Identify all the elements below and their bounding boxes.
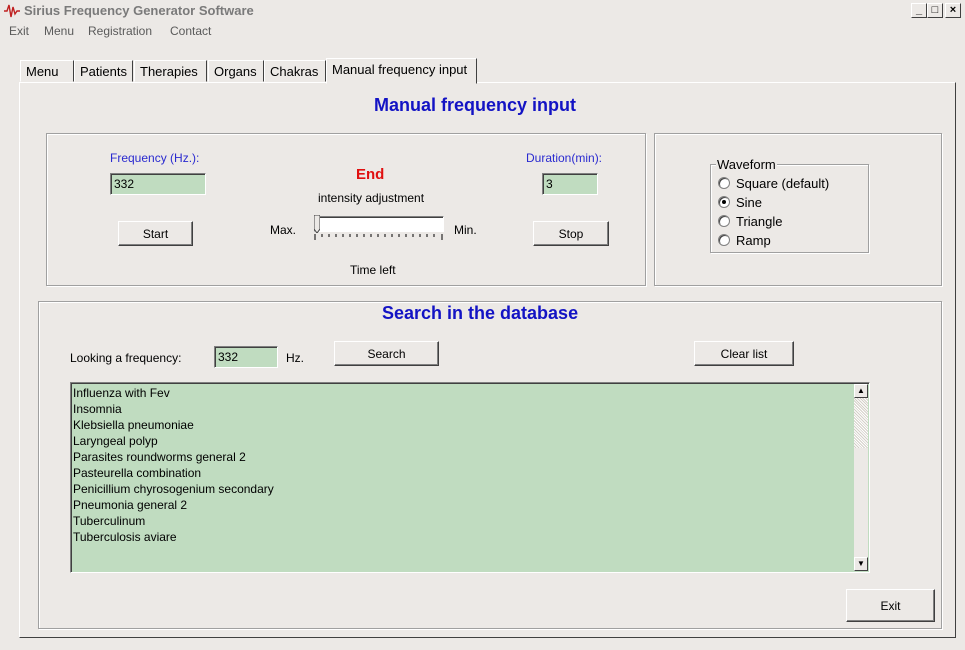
close-button[interactable]: × bbox=[945, 3, 961, 18]
list-item[interactable]: Insomnia bbox=[73, 401, 274, 417]
radio-triangle-label: Triangle bbox=[736, 213, 783, 229]
tab-manual-frequency-input[interactable]: Manual frequency input bbox=[326, 58, 477, 84]
list-item[interactable]: Klebsiella pneumoniae bbox=[73, 417, 274, 433]
minimize-button[interactable]: _ bbox=[911, 3, 927, 18]
scroll-thumb[interactable] bbox=[854, 398, 868, 448]
frequency-input[interactable]: 332 bbox=[110, 173, 206, 195]
list-item[interactable]: Laryngeal polyp bbox=[73, 433, 274, 449]
start-button[interactable]: Start bbox=[118, 221, 193, 246]
window-title: Sirius Frequency Generator Software bbox=[24, 3, 254, 18]
intensity-slider[interactable] bbox=[314, 216, 444, 232]
status-text: End bbox=[356, 166, 385, 183]
intensity-label: intensity adjustment bbox=[318, 191, 425, 205]
tab-patients[interactable]: Patients bbox=[74, 60, 133, 82]
tab-chakras[interactable]: Chakras bbox=[264, 60, 326, 82]
duration-input[interactable]: 3 bbox=[542, 173, 598, 195]
radio-square-label: Square (default) bbox=[736, 175, 830, 191]
stop-button[interactable]: Stop bbox=[533, 221, 609, 246]
radio-square-indicator[interactable] bbox=[718, 177, 730, 189]
menu-contact[interactable]: Contact bbox=[170, 24, 211, 38]
clear-list-button[interactable]: Clear list bbox=[694, 341, 794, 366]
list-item[interactable]: Pneumonia general 2 bbox=[73, 497, 274, 513]
list-item[interactable]: Penicillium chyrosogenium secondary bbox=[73, 481, 274, 497]
results-items: Influenza with Fev Insomnia Klebsiella p… bbox=[73, 385, 274, 545]
scroll-down-arrow-icon[interactable]: ▼ bbox=[854, 557, 868, 571]
looking-frequency-label: Looking a frequency: bbox=[70, 351, 182, 365]
search-heading: Search in the database bbox=[382, 303, 579, 323]
manual-heading: Manual frequency input bbox=[374, 95, 577, 115]
list-item[interactable]: Pasteurella combination bbox=[73, 465, 274, 481]
hz-unit-label: Hz. bbox=[286, 351, 304, 365]
min-label: Min. bbox=[454, 223, 477, 237]
search-button[interactable]: Search bbox=[334, 341, 439, 366]
radio-triangle[interactable]: Triangle bbox=[718, 212, 782, 230]
waveform-app-icon bbox=[4, 4, 20, 18]
radio-sine-label: Sine bbox=[736, 194, 763, 210]
frequency-label: Frequency (Hz.): bbox=[110, 151, 200, 165]
tab-organs[interactable]: Organs bbox=[208, 60, 264, 82]
duration-label: Duration(min): bbox=[526, 151, 603, 165]
list-item[interactable]: Tuberculinum bbox=[73, 513, 274, 529]
list-item[interactable]: Parasites roundworms general 2 bbox=[73, 449, 274, 465]
radio-sine-indicator[interactable] bbox=[718, 196, 730, 208]
menu-menu[interactable]: Menu bbox=[44, 24, 74, 38]
tab-therapies[interactable]: Therapies bbox=[134, 60, 207, 82]
menu-exit[interactable]: Exit bbox=[9, 24, 29, 38]
slider-ticks bbox=[314, 234, 443, 240]
radio-sine[interactable]: Sine bbox=[718, 193, 762, 211]
slider-thumb[interactable] bbox=[314, 215, 320, 233]
tab-menu[interactable]: Menu bbox=[20, 60, 74, 82]
radio-square[interactable]: Square (default) bbox=[718, 174, 829, 192]
time-left-label: Time left bbox=[350, 263, 396, 277]
maximize-button[interactable]: □ bbox=[927, 3, 943, 18]
list-item[interactable]: Tuberculosis aviare bbox=[73, 529, 274, 545]
search-frequency-input[interactable]: 332 bbox=[214, 346, 278, 368]
list-item[interactable]: Influenza with Fev bbox=[73, 385, 274, 401]
radio-ramp[interactable]: Ramp bbox=[718, 231, 771, 249]
scroll-up-arrow-icon[interactable]: ▲ bbox=[854, 384, 868, 398]
exit-button[interactable]: Exit bbox=[846, 589, 935, 622]
radio-ramp-indicator[interactable] bbox=[718, 234, 730, 246]
waveform-legend: Waveform bbox=[716, 157, 777, 172]
radio-ramp-label: Ramp bbox=[736, 232, 771, 248]
radio-triangle-indicator[interactable] bbox=[718, 215, 730, 227]
max-label: Max. bbox=[270, 223, 297, 237]
menu-registration[interactable]: Registration bbox=[88, 24, 152, 38]
